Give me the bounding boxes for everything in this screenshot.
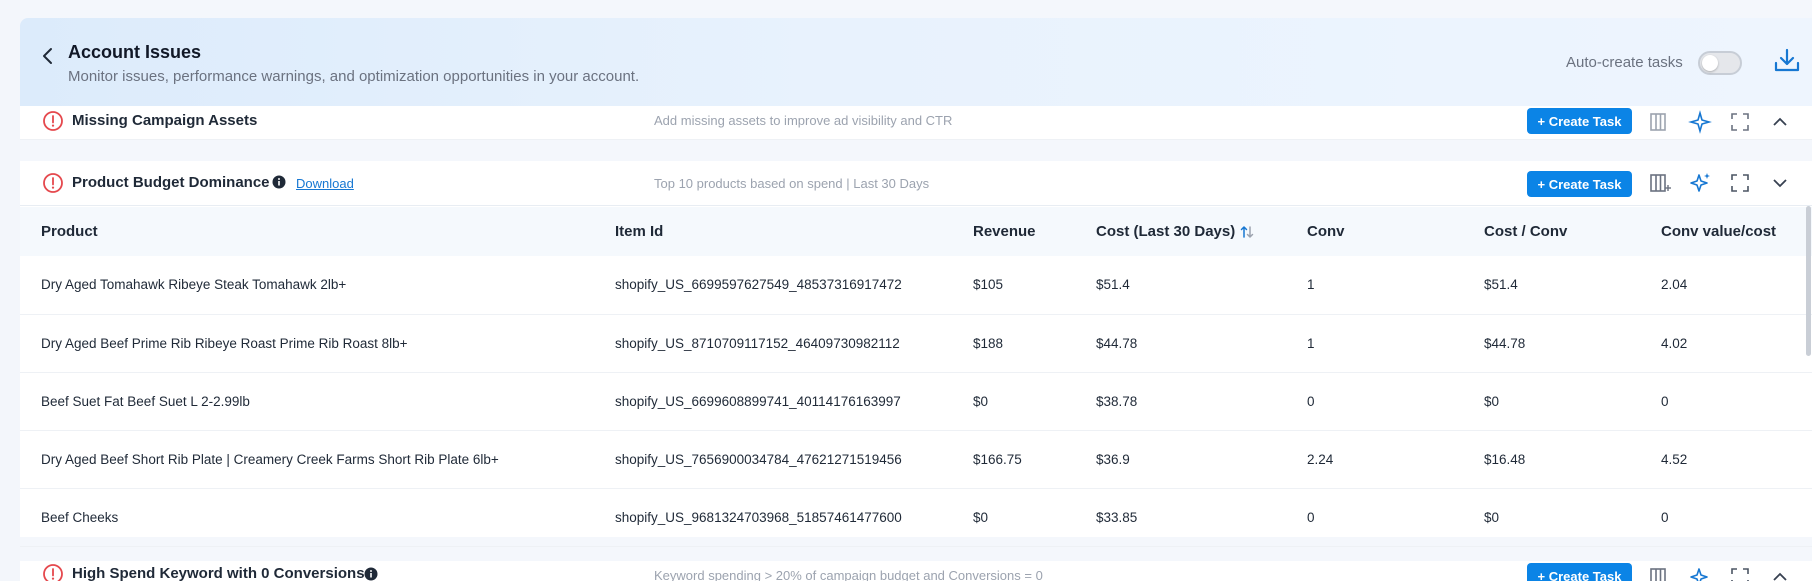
table-cell: $36.9: [1096, 451, 1130, 467]
scrollbar-thumb[interactable]: [1806, 206, 1811, 356]
table-row[interactable]: Beef Cheeks shopify_US_9681324703968_5185…: [20, 488, 1812, 546]
table-cell: $44.78: [1096, 335, 1138, 351]
chevron-up-icon[interactable]: [1768, 110, 1792, 134]
warning-icon: [43, 564, 63, 581]
chevron-left-icon: [43, 48, 52, 64]
expand-icon[interactable]: [1728, 110, 1752, 134]
table-cell: $0: [973, 393, 989, 409]
table-cell: $0: [973, 509, 989, 525]
page-header: Account Issues Monitor issues, performan…: [20, 18, 1812, 106]
table-cell: shopify_US_6699608899741_40114176163997: [615, 393, 901, 409]
table-cell: shopify_US_9681324703968_51857461477600: [615, 509, 902, 525]
table-row[interactable]: Dry Aged Beef Prime Rib Ribeye Roast Pri…: [20, 314, 1812, 372]
sparkle-icon[interactable]: [1688, 171, 1712, 195]
section-description: Top 10 products based on spend | Last 30…: [654, 176, 930, 191]
columns-icon[interactable]: [1648, 110, 1672, 134]
section-missing-campaign-assets[interactable]: Missing Campaign Assets Add missing asse…: [20, 100, 1812, 140]
section-product-budget-dominance: Product Budget Dominance Download Top 10…: [20, 161, 1812, 546]
table-cell: 0: [1661, 509, 1669, 525]
table-cell: shopify_US_6699597627549_48537316917472: [615, 277, 902, 293]
table-cell: Dry Aged Beef Prime Rib Ribeye Roast Pri…: [41, 335, 408, 351]
page-title: Account Issues: [68, 42, 202, 62]
table-row[interactable]: Beef Suet Fat Beef Suet L 2-2.99lb shopif…: [20, 372, 1812, 430]
table-cell: $51.4: [1096, 277, 1130, 293]
info-icon[interactable]: [364, 567, 378, 581]
table-row[interactable]: Dry Aged Tomahawk Ribeye Steak Tomahawk …: [20, 256, 1812, 314]
section-title: Product Budget Dominance: [72, 174, 270, 191]
create-task-button[interactable]: + Create Task: [1527, 563, 1632, 581]
download-link[interactable]: Download: [296, 176, 354, 191]
column-header-product[interactable]: Product: [20, 207, 615, 256]
section-description: Keyword spending > 20% of campaign budge…: [654, 568, 1043, 581]
column-header-revenue[interactable]: Revenue: [973, 207, 1096, 256]
table-cell: 1: [1307, 277, 1315, 293]
table-cell: Dry Aged Tomahawk Ribeye Steak Tomahawk …: [41, 277, 347, 293]
section-description: Add missing assets to improve ad visibil…: [654, 113, 953, 128]
table-header-row: Product Item Id Revenue Cost (Last 30 Da…: [20, 207, 1812, 256]
columns-icon[interactable]: [1648, 565, 1672, 581]
table-cell: 4.52: [1661, 451, 1688, 467]
table-cell: Beef Suet Fat Beef Suet L 2-2.99lb: [41, 393, 250, 409]
warning-icon: [43, 173, 63, 193]
column-header-cost[interactable]: Cost (Last 30 Days): [1096, 207, 1307, 256]
table-cell: 4.02: [1661, 335, 1688, 351]
auto-create-label: Auto-create tasks: [1566, 54, 1683, 71]
sparkle-icon[interactable]: [1688, 565, 1712, 581]
column-header-conv-value-cost[interactable]: Conv value/cost: [1661, 207, 1812, 256]
back-button[interactable]: [34, 42, 62, 70]
table-cell: $105: [973, 277, 1004, 293]
table-cell: $33.85: [1096, 509, 1138, 525]
section-title: Missing Campaign Assets: [72, 112, 258, 129]
table-cell: 0: [1307, 393, 1315, 409]
column-header-item-id[interactable]: Item Id: [615, 207, 973, 256]
sparkle-icon[interactable]: [1688, 110, 1712, 134]
column-header-cost-per-conv[interactable]: Cost / Conv: [1484, 207, 1661, 256]
auto-create-toggle[interactable]: [1698, 51, 1742, 75]
products-table: Product Item Id Revenue Cost (Last 30 Da…: [20, 207, 1812, 547]
table-cell: 1: [1307, 335, 1315, 351]
table-cell: $188: [973, 335, 1004, 351]
table-cell: 0: [1661, 393, 1669, 409]
column-header-conv[interactable]: Conv: [1307, 207, 1484, 256]
table-cell: $166.75: [973, 451, 1022, 467]
table-cell: $0: [1484, 509, 1500, 525]
download-icon[interactable]: [1772, 46, 1802, 76]
section-header: Product Budget Dominance Download Top 10…: [20, 161, 1812, 206]
create-task-button[interactable]: + Create Task: [1527, 108, 1632, 134]
section-title: High Spend Keyword with 0 Conversions: [72, 565, 365, 581]
expand-icon[interactable]: [1728, 171, 1752, 195]
table-cell: 2.24: [1307, 451, 1334, 467]
page-subtitle: Monitor issues, performance warnings, an…: [68, 68, 640, 85]
table-cell: 0: [1307, 509, 1315, 525]
table-cell: $44.78: [1484, 335, 1526, 351]
chevron-up-icon[interactable]: [1768, 565, 1792, 581]
expand-icon[interactable]: [1728, 565, 1752, 581]
column-header-cost-label: Cost (Last 30 Days): [1096, 222, 1236, 240]
columns-icon[interactable]: [1648, 171, 1672, 195]
warning-icon: [43, 111, 63, 131]
sort-icon[interactable]: [1239, 224, 1255, 240]
table-cell: 2.04: [1661, 277, 1688, 293]
table-cell: shopify_US_8710709117152_46409730982112: [615, 335, 900, 351]
table-row[interactable]: Dry Aged Beef Short Rib Plate | Creamery…: [20, 430, 1812, 488]
table-cell: $16.48: [1484, 451, 1526, 467]
section-high-spend-keyword[interactable]: High Spend Keyword with 0 Conversions Ke…: [20, 561, 1812, 581]
table-cell: $0: [1484, 393, 1500, 409]
table-cell: Dry Aged Beef Short Rib Plate | Creamery…: [41, 451, 499, 467]
chevron-down-icon[interactable]: [1768, 171, 1792, 195]
table-cell: shopify_US_7656900034784_47621271519456: [615, 451, 902, 467]
table-cell: $38.78: [1096, 393, 1138, 409]
create-task-button[interactable]: + Create Task: [1527, 171, 1632, 197]
table-cell: Beef Cheeks: [41, 509, 119, 525]
info-icon[interactable]: [272, 175, 286, 189]
table-cell: $51.4: [1484, 277, 1518, 293]
